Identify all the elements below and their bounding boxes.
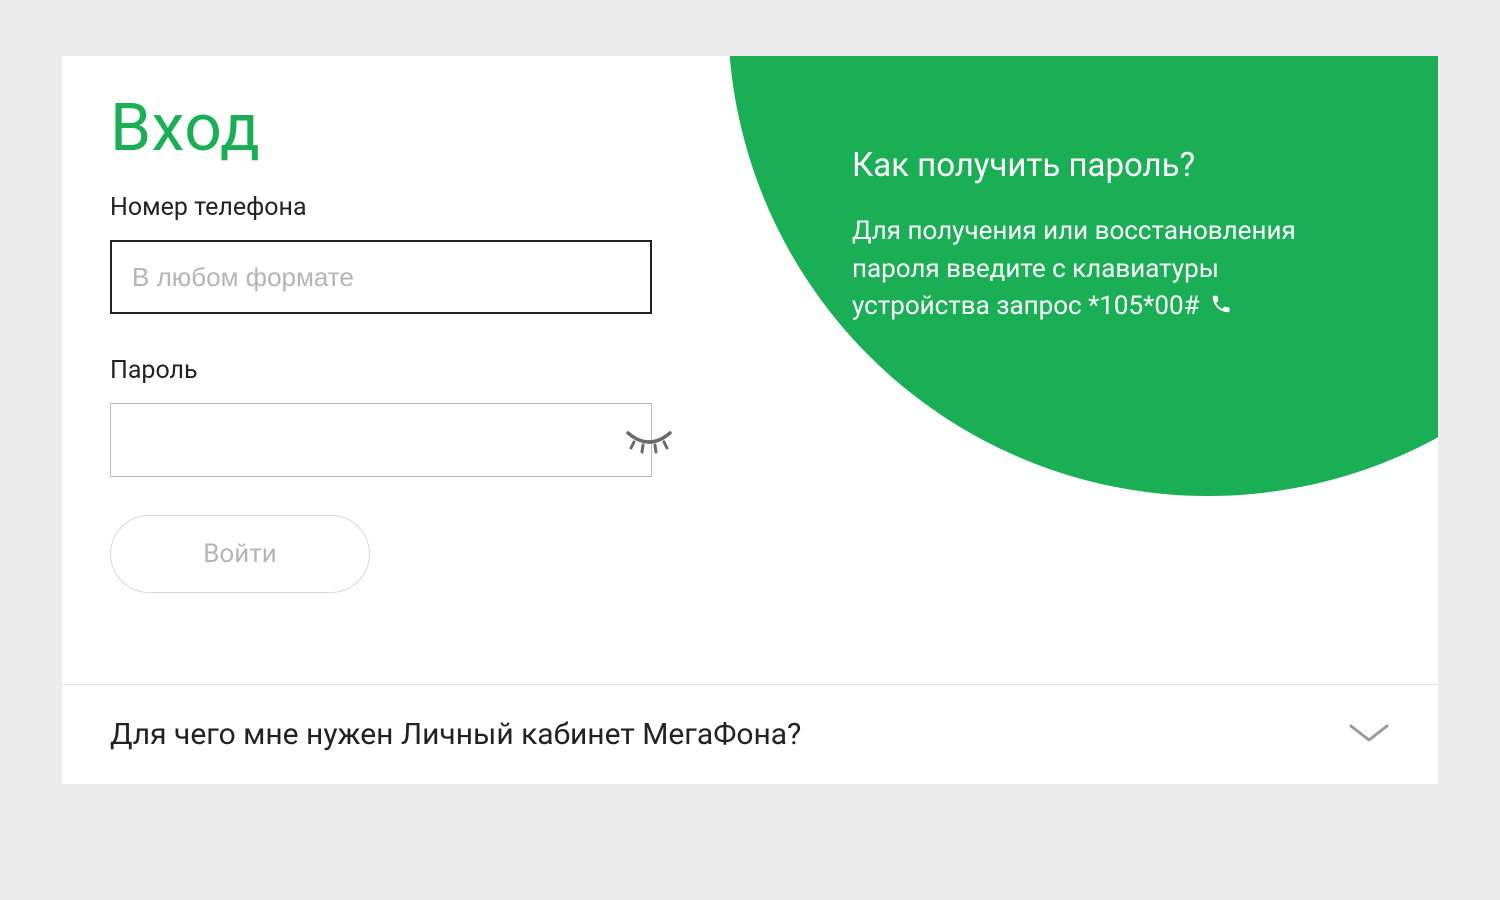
toggle-password-visibility-button[interactable]: [624, 420, 674, 460]
accordion-title: Для чего мне нужен Личный кабинет МегаФо…: [110, 717, 801, 752]
login-card: Вход Номер телефона Пароль: [62, 56, 1438, 784]
phone-icon: [1210, 289, 1232, 327]
password-input-wrap: [110, 403, 702, 477]
phone-label: Номер телефона: [110, 193, 702, 222]
login-form: Вход Номер телефона Пароль: [62, 56, 750, 684]
password-label: Пароль: [110, 356, 702, 385]
password-field-group: Пароль: [110, 356, 702, 477]
eye-closed-icon: [624, 425, 674, 455]
phone-input-wrap: [110, 240, 702, 314]
help-title: Как получить пароль?: [852, 146, 1378, 185]
page-title: Вход: [110, 90, 702, 167]
login-button[interactable]: Войти: [110, 515, 370, 593]
phone-input[interactable]: [110, 240, 652, 314]
phone-field-group: Номер телефона: [110, 193, 702, 314]
chevron-down-icon: [1348, 723, 1390, 747]
help-text: Для получения или восстановления пароля …: [852, 213, 1332, 326]
help-panel: Как получить пароль? Для получения или в…: [852, 146, 1378, 326]
password-input[interactable]: [110, 403, 652, 477]
main-section: Вход Номер телефона Пароль: [62, 56, 1438, 684]
accordion-item-why-needed[interactable]: Для чего мне нужен Личный кабинет МегаФо…: [62, 684, 1438, 784]
